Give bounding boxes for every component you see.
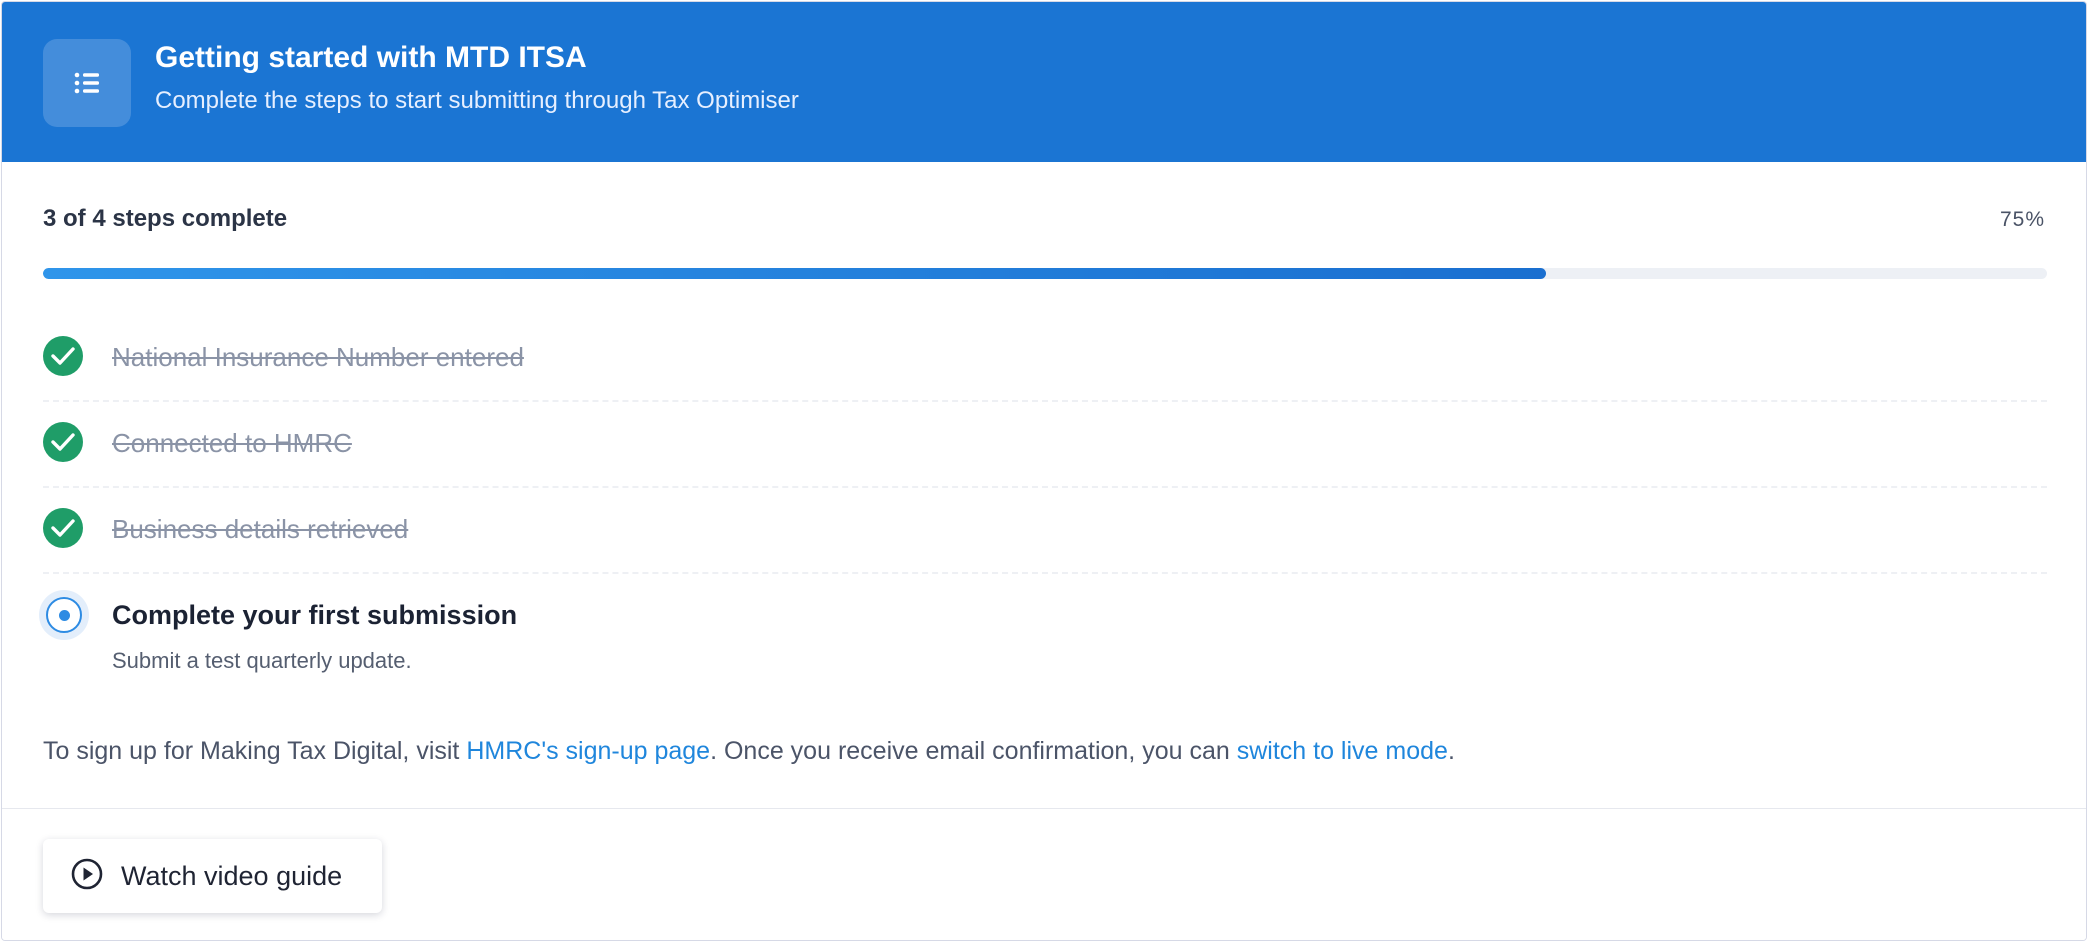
step-label: Complete your first submission [112, 600, 518, 630]
steps-list: National Insurance Number entered Connec… [39, 316, 2047, 724]
current-step-radio-icon [39, 590, 89, 640]
progress-bar-fill [43, 268, 1546, 279]
hmrc-signup-link[interactable]: HMRC's sign-up page [466, 737, 710, 765]
step-item-current[interactable]: Complete your first submission Submit a … [39, 574, 2047, 724]
play-circle-icon [71, 858, 103, 895]
onboarding-card: Getting started with MTD ITSA Complete t… [1, 1, 2087, 941]
step-description: Submit a test quarterly update. [112, 648, 412, 673]
signup-info-text: To sign up for Making Tax Digital, visit… [43, 735, 1455, 767]
signup-prefix: To sign up for Making Tax Digital, visit [43, 737, 467, 765]
signup-middle: . Once you receive email confirmation, y… [710, 737, 1237, 765]
check-circle-icon [43, 422, 83, 462]
step-label: Business details retrieved [112, 514, 409, 544]
watch-video-guide-label: Watch video guide [121, 860, 343, 891]
card-header: Getting started with MTD ITSA Complete t… [2, 2, 2086, 162]
progress-percent: 75% [1999, 208, 2045, 231]
step-label: Connected to HMRC [112, 428, 352, 458]
page-title: Getting started with MTD ITSA [155, 41, 587, 74]
watch-video-guide-button[interactable]: Watch video guide [43, 839, 382, 913]
list-icon [43, 39, 131, 127]
check-circle-icon [43, 508, 83, 548]
switch-to-live-mode-link[interactable]: switch to live mode [1237, 737, 1448, 765]
check-circle-icon [43, 336, 83, 376]
page-subtitle: Complete the steps to start submitting t… [155, 87, 799, 114]
step-label: National Insurance Number entered [112, 342, 524, 372]
progress-label: 3 of 4 steps complete [43, 205, 288, 232]
card-footer: Watch video guide [2, 808, 2086, 940]
signup-suffix: . [1447, 737, 1455, 765]
step-item: Business details retrieved [43, 488, 2047, 574]
step-item: Connected to HMRC [43, 402, 2047, 488]
step-item: National Insurance Number entered [43, 316, 2047, 402]
progress-bar [43, 268, 2047, 279]
